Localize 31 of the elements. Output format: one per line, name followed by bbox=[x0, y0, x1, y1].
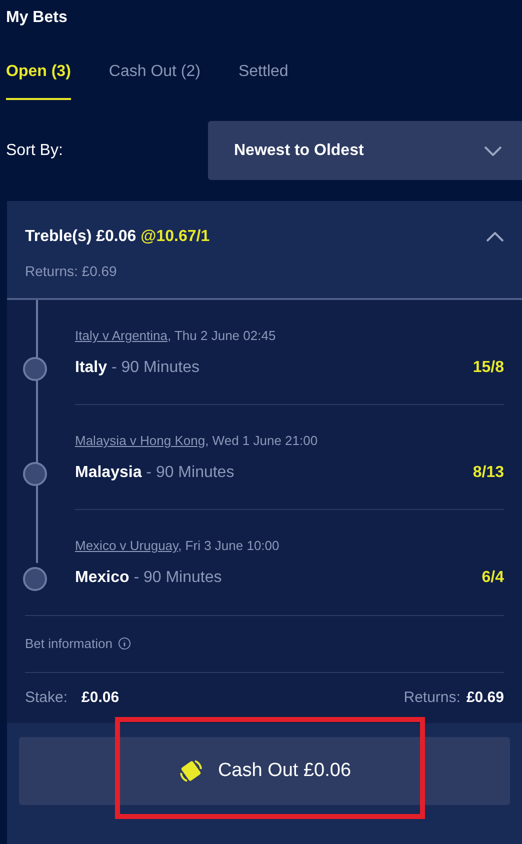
returns-value: £0.69 bbox=[466, 688, 504, 708]
price-text: 8/13 bbox=[472, 462, 504, 482]
returns-label: Returns: bbox=[404, 688, 460, 708]
event-link[interactable]: Malaysia v Hong Kong bbox=[75, 433, 206, 448]
price-text: 6/4 bbox=[482, 568, 504, 588]
selection-text: Italy - 90 Minutes bbox=[75, 358, 200, 378]
tab[interactable]: Settled bbox=[238, 60, 288, 100]
selection-text: Mexico - 90 Minutes bbox=[75, 568, 222, 588]
stake-value: £0.06 bbox=[82, 688, 120, 708]
info-icon[interactable] bbox=[118, 637, 132, 650]
page-title: My Bets bbox=[6, 9, 68, 26]
chevron-down-icon bbox=[484, 146, 502, 156]
event-link[interactable]: Italy v Argentina bbox=[75, 328, 168, 343]
returns-text: Returns: £0.69 bbox=[25, 262, 118, 281]
chevron-up-icon[interactable] bbox=[486, 232, 504, 242]
money-icon bbox=[178, 758, 204, 784]
leg-marker bbox=[23, 567, 47, 591]
event-time: , Thu 2 June 02:45 bbox=[168, 328, 276, 343]
bet-title: Treble(s) £0.06 @10.67/1 bbox=[25, 227, 210, 247]
price-text: 15/8 bbox=[472, 358, 504, 378]
selection-text: Malaysia - 90 Minutes bbox=[75, 462, 234, 482]
sort-label: Sort By: bbox=[5, 140, 64, 160]
tab[interactable]: Cash Out (2) bbox=[108, 60, 200, 100]
tab[interactable]: Open (3) bbox=[6, 60, 71, 100]
event-time: , Fri 3 June 10:00 bbox=[178, 538, 280, 553]
event-time: , Wed 1 June 21:00 bbox=[205, 433, 318, 448]
event-link[interactable]: Mexico v Uruguay bbox=[75, 538, 178, 553]
stake-label: Stake: bbox=[25, 688, 68, 708]
bet-info-label: Bet information bbox=[25, 635, 112, 653]
sort-dropdown[interactable]: Newest to Oldest bbox=[208, 121, 522, 180]
cash-out-button[interactable]: Cash Out £0.06 bbox=[19, 737, 510, 805]
